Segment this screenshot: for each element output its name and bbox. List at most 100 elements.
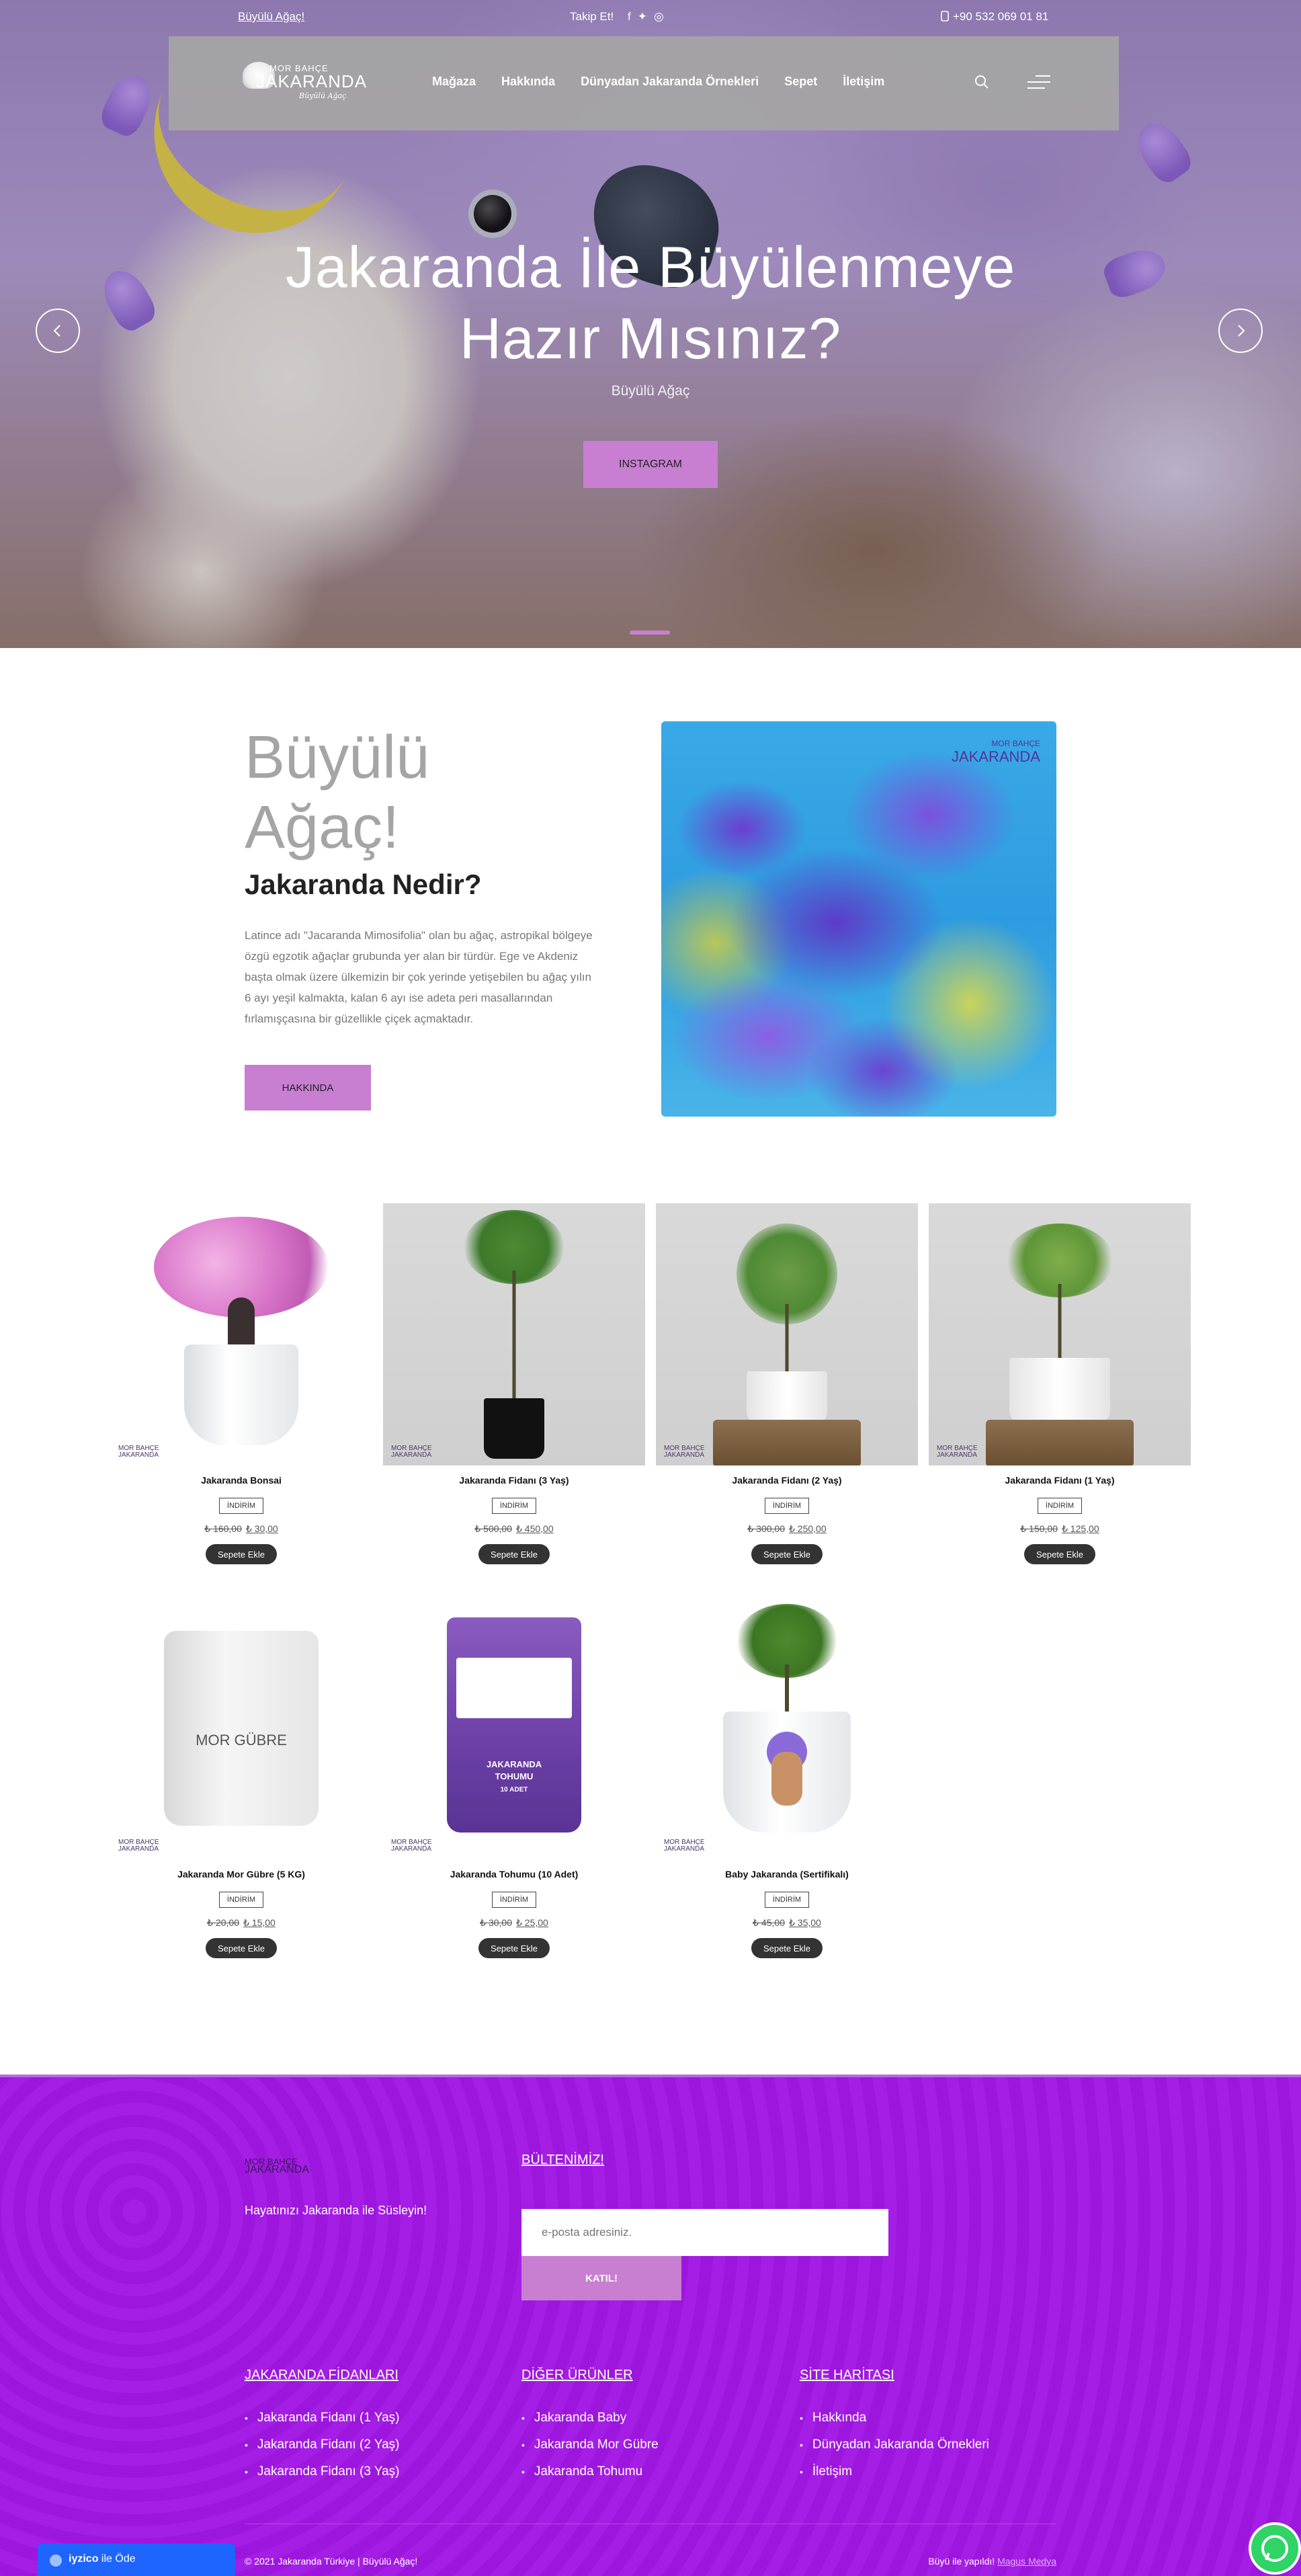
product-name[interactable]: Jakaranda Fidanı (1 Yaş) (929, 1475, 1191, 1486)
whatsapp-glyph (1261, 2535, 1288, 2562)
about-title-line2: Ağaç! (245, 794, 400, 861)
product-card[interactable]: MOR BAHÇE JAKARANDA Baby Jakaranda (Serti… (656, 1597, 918, 1958)
new-price: ₺ 25,00 (516, 1917, 548, 1928)
hero-title-line2: Hazır Mısınız? (459, 307, 842, 371)
footer-col3-title: SİTE HARİTASI (800, 2368, 894, 2382)
add-to-cart-button[interactable]: Sepete Ekle (206, 1544, 277, 1564)
footer-link[interactable]: Jakaranda Fidanı (3 Yaş) (245, 2464, 400, 2491)
add-to-cart-button[interactable]: Sepete Ekle (751, 1544, 823, 1564)
chevron-right-icon (1238, 325, 1245, 337)
wm-line2: JAKARANDA (118, 1451, 159, 1459)
product-price: ₺ 500,00 ₺ 450,00 (383, 1523, 645, 1535)
product-card[interactable]: JAKARANDA TOHUMU 10 ADET MOR BAHÇE JAKARAND… (383, 1597, 645, 1958)
slider-next-button[interactable] (1218, 309, 1263, 353)
new-price: ₺ 35,00 (789, 1917, 821, 1928)
add-to-cart-button[interactable]: Sepete Ekle (751, 1938, 823, 1958)
social-icons: f✦◎ (628, 10, 671, 24)
photo-logo-line2: JAKARANDA (951, 748, 1040, 765)
newsletter-join-button[interactable]: KATIL! (521, 2256, 681, 2300)
newsletter-email-input[interactable] (521, 2209, 888, 2256)
footer-link[interactable]: Jakaranda Mor Gübre (521, 2438, 659, 2464)
facebook-icon[interactable]: f (628, 10, 638, 23)
new-price: ₺ 450,00 (516, 1523, 554, 1534)
site-logo[interactable]: MOR BAHÇE JAKARANDA Büyülü Ağaç (243, 62, 366, 109)
product-price: ₺ 20,00 ₺ 15,00 (110, 1917, 372, 1929)
slider-prev-button[interactable] (36, 309, 80, 353)
footer-link[interactable]: Dünyadan Jakaranda Örnekleri (800, 2438, 989, 2464)
add-to-cart-button[interactable]: Sepete Ekle (478, 1938, 550, 1958)
slider-pagination-dot[interactable] (630, 631, 670, 635)
phone-number[interactable]: +90 532 069 01 81 (941, 10, 1048, 24)
search-icon[interactable] (974, 74, 990, 90)
iyzico-brand: iyzico (69, 2553, 99, 2565)
product-card[interactable]: MOR BAHÇE JAKARANDA Jakaranda Fidanı (1 Y… (929, 1203, 1191, 1564)
product-image[interactable]: MOR GÜBRE MOR BAHÇE JAKARANDA (110, 1597, 372, 1859)
new-price: ₺ 15,00 (243, 1917, 276, 1928)
bag-label: MOR GÜBRE (196, 1732, 287, 1748)
photo-logo-line1: MOR BAHÇE (991, 739, 1040, 748)
product-watermark: MOR BAHÇE JAKARANDA (391, 1445, 432, 1459)
product-name[interactable]: Jakaranda Mor Gübre (5 KG) (110, 1869, 372, 1880)
footer-link[interactable]: Jakaranda Fidanı (2 Yaş) (245, 2438, 400, 2464)
nav-item-examples[interactable]: Dünyadan Jakaranda Örnekleri (581, 75, 759, 89)
footer-link[interactable]: Hakkında (800, 2411, 989, 2438)
wm-line2: JAKARANDA (118, 1845, 159, 1853)
product-price: ₺ 150,00 ₺ 125,00 (929, 1523, 1191, 1535)
nav-item-cart[interactable]: Sepet (784, 75, 817, 89)
footer-logo[interactable]: MOR BAHÇE JAKARANDA (245, 2157, 310, 2175)
product-image[interactable]: MOR BAHÇE JAKARANDA (929, 1203, 1191, 1465)
nav-item-contact[interactable]: İletişim (843, 75, 884, 89)
menu-icon[interactable] (1027, 75, 1050, 89)
credit-text: Büyü ile yapıldı! Magus Medya (928, 2556, 1056, 2567)
product-name[interactable]: Baby Jakaranda (Sertifikalı) (656, 1869, 918, 1880)
nav-item-shop[interactable]: Mağaza (432, 75, 476, 89)
tree-stump (986, 1420, 1134, 1465)
phone-icon (941, 11, 949, 22)
product-image[interactable]: MOR BAHÇE JAKARANDA (383, 1203, 645, 1465)
credit-prefix: Büyü ile yapıldı! (928, 2556, 995, 2567)
wm-line2: JAKARANDA (391, 1845, 432, 1853)
product-price: ₺ 160,00 ₺ 30,00 (110, 1523, 372, 1535)
whatsapp-icon[interactable] (1249, 2522, 1301, 2575)
product-watermark: MOR BAHÇE JAKARANDA (937, 1445, 978, 1459)
product-card[interactable]: MOR BAHÇE JAKARANDA Jakaranda Fidanı (3 Y… (383, 1203, 645, 1564)
bonsai-pot (184, 1344, 298, 1445)
product-name[interactable]: Jakaranda Tohumu (10 Adet) (383, 1869, 645, 1880)
footer-link[interactable]: İletişim (800, 2464, 989, 2491)
product-image[interactable]: JAKARANDA TOHUMU 10 ADET MOR BAHÇE JAKARAND… (383, 1597, 645, 1859)
discount-badge: İNDİRİM (492, 1498, 536, 1514)
add-to-cart-button[interactable]: Sepete Ekle (1024, 1544, 1095, 1564)
product-name[interactable]: Jakaranda Fidanı (3 Yaş) (383, 1475, 645, 1486)
product-image[interactable]: MOR BAHÇE JAKARANDA (656, 1203, 918, 1465)
newsletter-title: BÜLTENİMİZ! (521, 2152, 604, 2167)
instagram-button[interactable]: INSTAGRAM (583, 441, 718, 488)
topbar-link[interactable]: Büyülü Ağaç! (238, 10, 304, 24)
add-to-cart-button[interactable]: Sepete Ekle (206, 1938, 277, 1958)
product-image[interactable]: MOR BAHÇE JAKARANDA (656, 1597, 918, 1859)
about-button[interactable]: HAKKINDA (245, 1065, 371, 1111)
old-price: ₺ 20,00 (207, 1917, 239, 1928)
iyzico-pay-widget[interactable]: iyzico ile Öde (38, 2544, 235, 2576)
credit-link[interactable]: Magus Medya (997, 2556, 1056, 2567)
pouch-label (456, 1658, 572, 1718)
nav-item-about[interactable]: Hakkında (501, 75, 555, 89)
wm-line2: JAKARANDA (664, 1451, 705, 1459)
product-card[interactable]: MOR BAHÇE JAKARANDA Jakaranda Bonsai İNDİ… (110, 1203, 372, 1564)
footer-link[interactable]: Jakaranda Tohumu (521, 2464, 659, 2491)
hero-subtitle: Büyülü Ağaç (611, 383, 690, 399)
product-card[interactable]: MOR GÜBRE MOR BAHÇE JAKARANDA Jakaranda M… (110, 1597, 372, 1958)
instagram-icon[interactable]: ◎ (654, 10, 671, 23)
product-card[interactable]: MOR BAHÇE JAKARANDA Jakaranda Fidanı (2 Y… (656, 1203, 918, 1564)
footer-link[interactable]: Jakaranda Fidanı (1 Yaş) (245, 2411, 400, 2438)
product-name[interactable]: Jakaranda Fidanı (2 Yaş) (656, 1475, 918, 1486)
pouch-text-line3: 10 ADET (500, 1786, 528, 1794)
footer-logo-line2: JAKARANDA (245, 2164, 310, 2175)
footer-link[interactable]: Jakaranda Baby (521, 2411, 659, 2438)
product-name[interactable]: Jakaranda Bonsai (110, 1475, 372, 1486)
topbar: Büyülü Ağaç! Takip Et! f✦◎ +90 532 069 0… (0, 0, 1301, 35)
add-to-cart-button[interactable]: Sepete Ekle (478, 1544, 550, 1564)
product-image[interactable]: MOR BAHÇE JAKARANDA (110, 1203, 372, 1465)
new-price: ₺ 125,00 (1062, 1523, 1099, 1534)
twitter-icon[interactable]: ✦ (638, 10, 654, 23)
about-title: Büyülü Ağaç! (245, 723, 429, 862)
